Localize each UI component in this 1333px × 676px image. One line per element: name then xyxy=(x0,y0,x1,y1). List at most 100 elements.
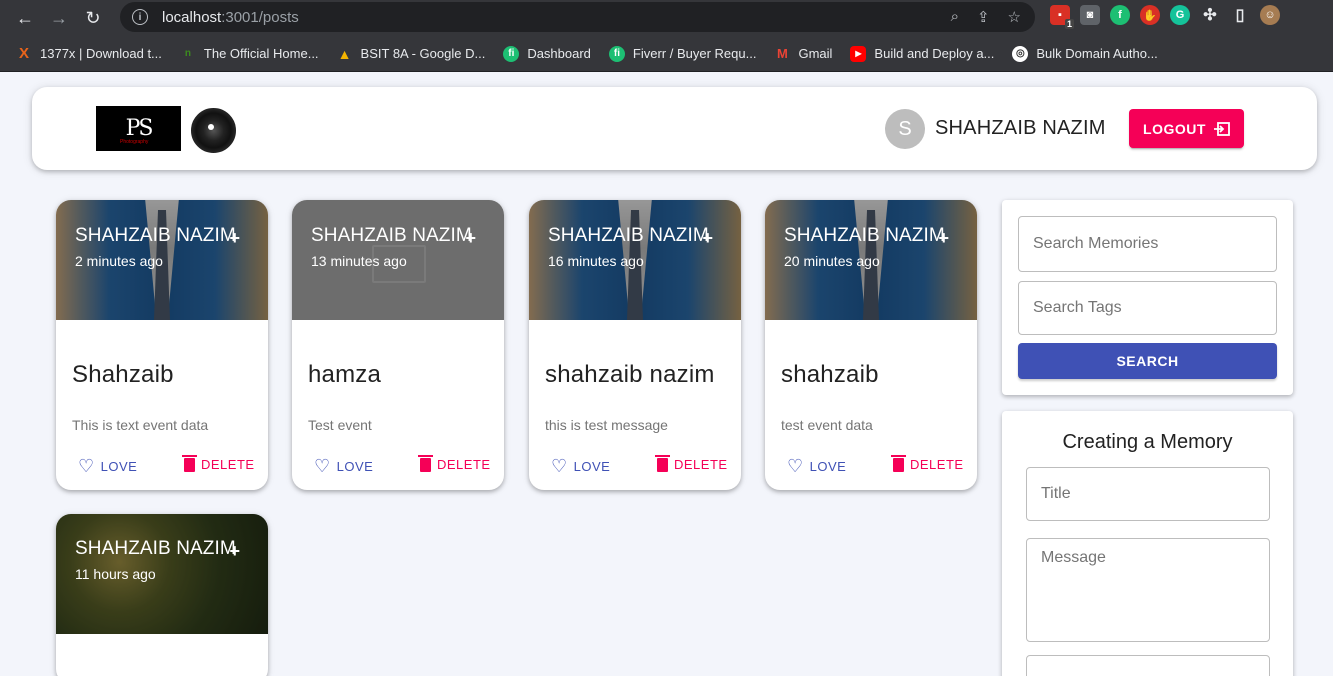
post-time: 11 hours ago xyxy=(75,566,156,582)
share-icon[interactable]: ⇪ xyxy=(977,8,990,26)
post-message: This is text event data xyxy=(72,417,209,433)
drive-icon: ▲ xyxy=(337,45,352,62)
post-title: shahzaib xyxy=(781,361,879,388)
delete-button[interactable]: DELETE xyxy=(418,454,491,472)
more-options-icon[interactable]: + xyxy=(702,228,713,249)
post-message: test event data xyxy=(781,417,873,433)
app-header: PS Photography S SHAHZAIB NAZIM LOGOUT xyxy=(32,87,1317,170)
bookmark-fiverr[interactable]: fi Fiverr / Buyer Requ... xyxy=(608,45,757,62)
delete-button[interactable]: DELETE xyxy=(655,454,728,472)
post-card: SHAHZAIB NAZIM 16 minutes ago + shahzaib… xyxy=(529,200,741,490)
browser-toolbar: ← → ↻ i localhost:3001/posts ⌕ ⇪ ☆ ▪ 1 ◙ … xyxy=(0,0,1333,36)
search-memories-input[interactable]: Search Memories xyxy=(1018,216,1277,272)
bookmark-bulk-domain[interactable]: ◎ Bulk Domain Autho... xyxy=(1012,45,1158,62)
search-panel: Search Memories Search Tags SEARCH xyxy=(1002,200,1293,395)
address-bar[interactable]: i localhost:3001/posts ⌕ ⇪ ☆ xyxy=(120,2,1035,32)
bookmark-google-drive[interactable]: ▲ BSIT 8A - Google D... xyxy=(337,46,486,62)
bookmark-youtube[interactable]: ▶ Build and Deploy a... xyxy=(850,45,995,62)
love-button[interactable]: ♡ LOVE xyxy=(551,457,610,475)
trash-icon xyxy=(182,454,197,472)
grammarly-extension-icon[interactable]: G xyxy=(1170,5,1190,25)
more-options-icon[interactable]: + xyxy=(938,228,949,249)
bookmark-label: Fiverr / Buyer Requ... xyxy=(632,46,757,61)
post-creator: SHAHZAIB NAZIM xyxy=(75,538,236,559)
url-host: localhost xyxy=(162,8,222,26)
avatar: S xyxy=(885,109,925,149)
post-image: SHAHZAIB NAZIM 13 minutes ago + xyxy=(292,200,504,320)
trash-icon xyxy=(891,454,906,472)
bookmark-label: 1377x | Download t... xyxy=(40,46,162,61)
love-button[interactable]: ♡ LOVE xyxy=(78,457,137,475)
message-field[interactable]: Message xyxy=(1026,538,1270,642)
post-image: SHAHZAIB NAZIM 2 minutes ago + xyxy=(56,200,268,320)
love-label: LOVE xyxy=(336,458,374,474)
delete-label: DELETE xyxy=(201,457,255,472)
post-title: shahzaib nazim xyxy=(545,361,715,388)
forward-icon[interactable]: → xyxy=(42,3,76,33)
love-label: LOVE xyxy=(809,458,847,474)
logo-tagline: Photography xyxy=(120,139,149,145)
fiverr-icon: fi xyxy=(503,45,520,62)
post-card: SHAHZAIB NAZIM 20 minutes ago + shahzaib… xyxy=(765,200,977,490)
logout-button[interactable]: LOGOUT xyxy=(1129,109,1244,148)
reload-icon[interactable]: ↻ xyxy=(76,3,110,33)
delete-button[interactable]: DELETE xyxy=(182,454,255,472)
bookmark-label: Build and Deploy a... xyxy=(874,46,995,61)
delete-label: DELETE xyxy=(910,457,964,472)
post-title: hamza xyxy=(308,361,382,388)
bookmark-icon: n xyxy=(184,48,191,59)
love-button[interactable]: ♡ LOVE xyxy=(314,457,373,475)
bookmark-icon: ◎ xyxy=(1012,45,1029,62)
post-creator: SHAHZAIB NAZIM xyxy=(548,225,709,246)
title-field[interactable]: Title xyxy=(1026,467,1270,521)
trash-icon xyxy=(418,454,433,472)
bookmark-star-icon[interactable]: ☆ xyxy=(1008,8,1021,26)
post-creator: SHAHZAIB NAZIM xyxy=(784,225,945,246)
love-label: LOVE xyxy=(573,458,611,474)
bookmark-label: BSIT 8A - Google D... xyxy=(360,46,486,61)
camera-lens-logo xyxy=(191,108,236,153)
more-options-icon[interactable]: + xyxy=(465,228,476,249)
bookmarks-bar: X 1377x | Download t... n The Official Hom… xyxy=(0,36,1333,72)
logo-letters: PS xyxy=(125,116,154,141)
zoom-icon[interactable]: ⌕ xyxy=(951,8,959,26)
bookmark-1377x[interactable]: X 1377x | Download t... xyxy=(16,45,162,62)
delete-button[interactable]: DELETE xyxy=(891,454,964,472)
profile-avatar-icon[interactable]: ☺ xyxy=(1260,5,1280,25)
love-button[interactable]: ♡ LOVE xyxy=(787,457,846,475)
post-creator: SHAHZAIB NAZIM xyxy=(311,225,472,246)
creator-field[interactable] xyxy=(1026,655,1270,676)
site-info-icon[interactable]: i xyxy=(132,9,148,25)
create-memory-form: Creating a Memory Title Message xyxy=(1002,411,1293,676)
extension-badge: 1 xyxy=(1064,19,1074,29)
more-options-icon[interactable]: + xyxy=(229,228,240,249)
brand-logo[interactable]: PS Photography xyxy=(96,106,181,151)
post-card: SHAHZAIB NAZIM 13 minutes ago + hamza Te… xyxy=(292,200,504,490)
extensions-puzzle-icon[interactable]: ✣ xyxy=(1200,5,1220,25)
heart-icon: ♡ xyxy=(78,456,95,476)
adblock-extension-icon[interactable]: ✋ xyxy=(1140,5,1160,25)
search-button[interactable]: SEARCH xyxy=(1018,343,1277,379)
fiverr-extension-icon[interactable]: f xyxy=(1110,5,1130,25)
url-path: :3001/posts xyxy=(221,8,299,26)
logout-icon xyxy=(1213,121,1230,136)
bookmark-official-home[interactable]: n The Official Home... xyxy=(180,46,319,62)
fiverr-icon: fi xyxy=(608,45,625,62)
post-time: 20 minutes ago xyxy=(784,253,880,269)
back-icon[interactable]: ← xyxy=(8,3,42,33)
bookmark-label: The Official Home... xyxy=(203,46,319,61)
bookmark-label: Gmail xyxy=(798,46,833,61)
bookmark-gmail[interactable]: M Gmail xyxy=(774,46,832,62)
side-panel-icon[interactable]: ▯ xyxy=(1230,5,1250,25)
extension-calendar-icon[interactable]: ▪ 1 xyxy=(1050,5,1074,29)
post-card: SHAHZAIB NAZIM 11 hours ago + xyxy=(56,514,268,676)
post-time: 16 minutes ago xyxy=(548,253,644,269)
search-tags-input[interactable]: Search Tags xyxy=(1018,281,1277,335)
post-time: 13 minutes ago xyxy=(311,253,407,269)
post-image: SHAHZAIB NAZIM 20 minutes ago + xyxy=(765,200,977,320)
screenshot-extension-icon[interactable]: ◙ xyxy=(1080,5,1100,25)
heart-icon: ♡ xyxy=(787,456,804,476)
bookmark-dashboard[interactable]: fi Dashboard xyxy=(503,45,591,62)
more-options-icon[interactable]: + xyxy=(229,541,240,562)
bookmark-label: Dashboard xyxy=(527,46,591,61)
